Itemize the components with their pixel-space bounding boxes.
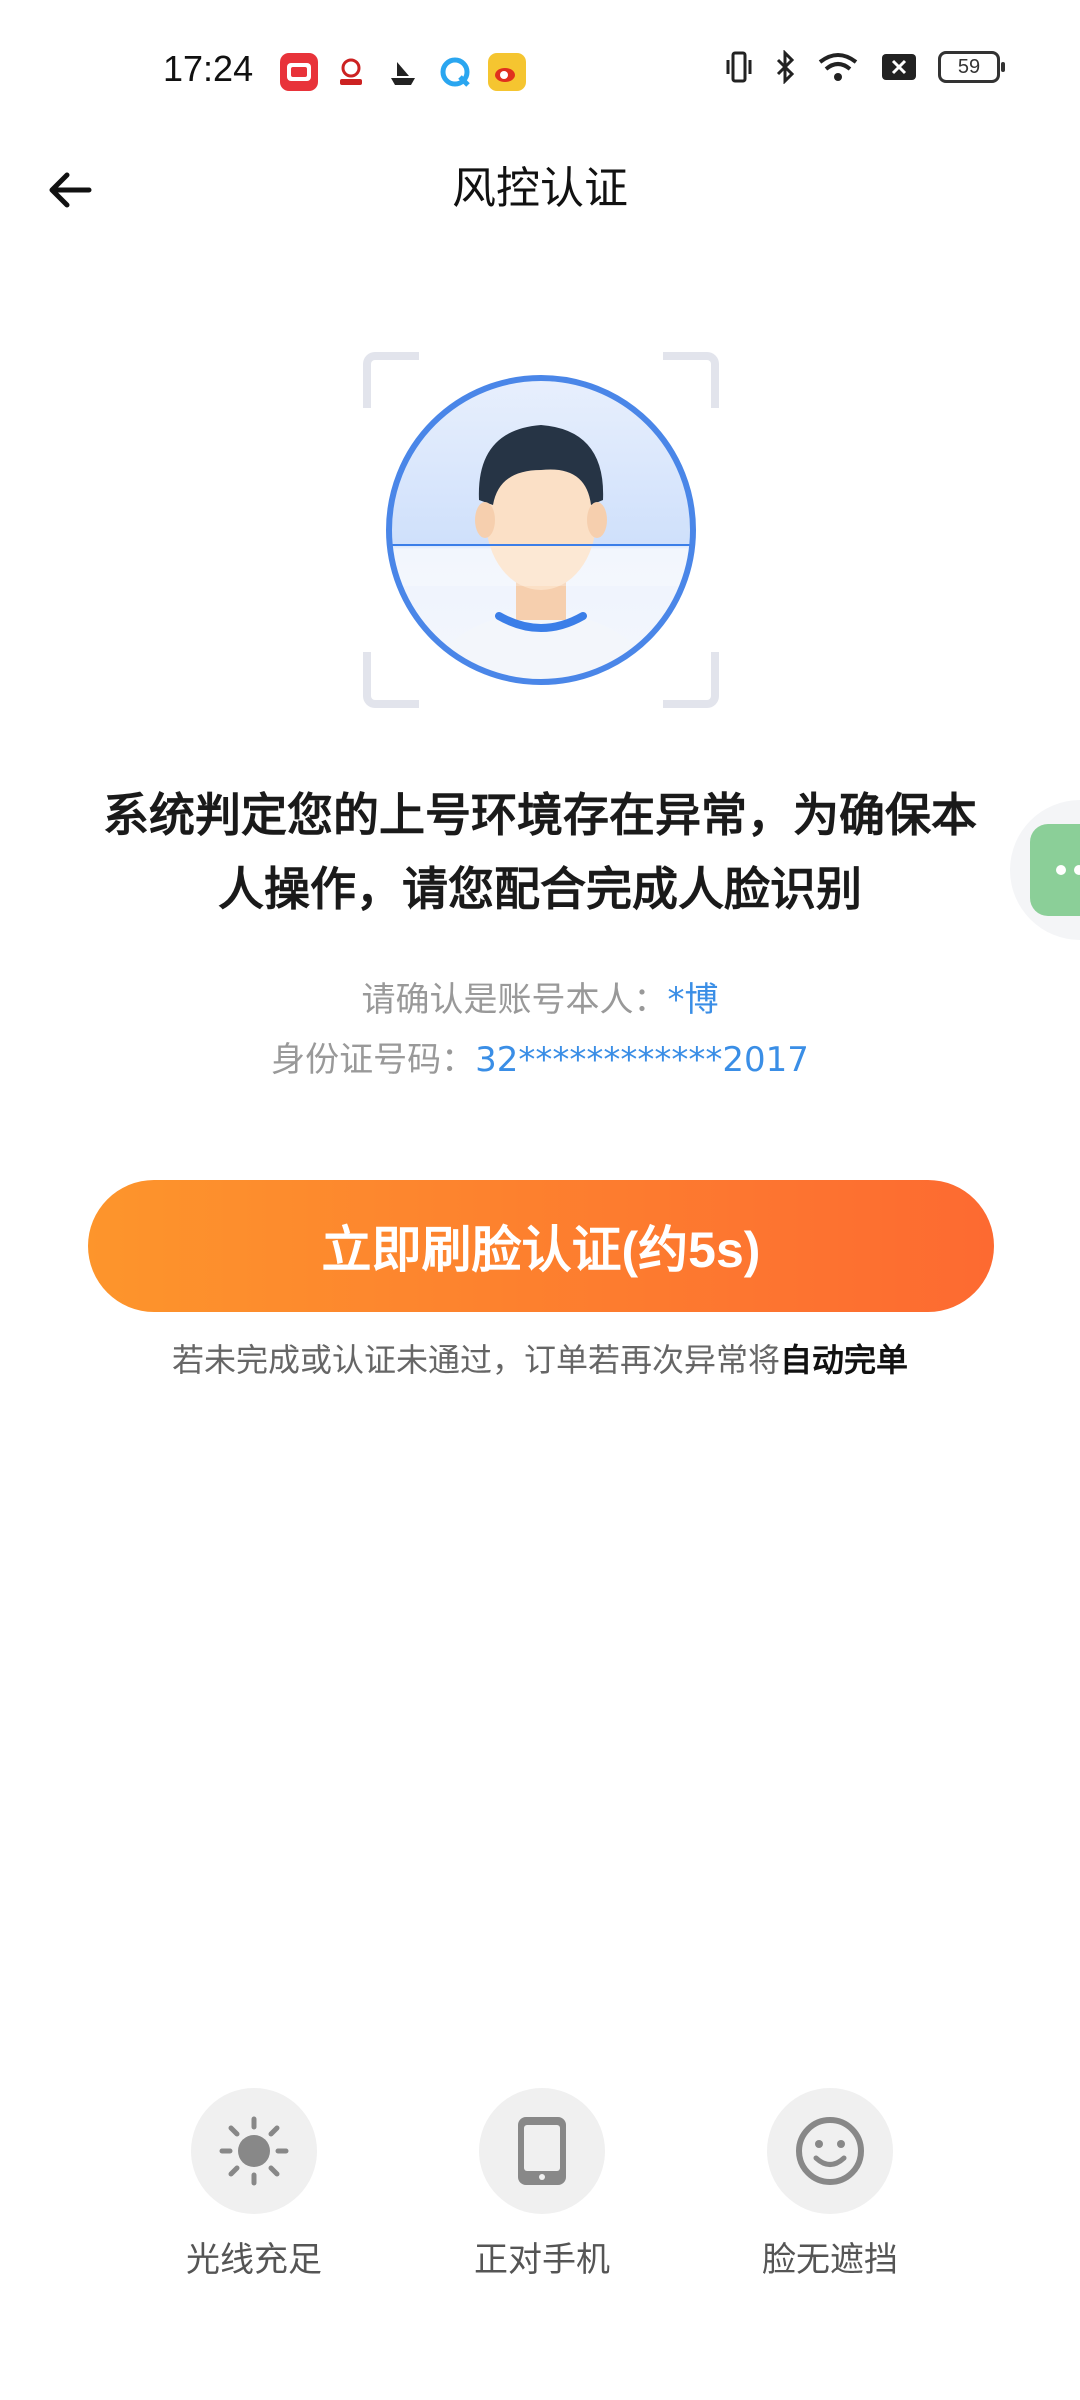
tips-row: 光线充足 正对手机 脸无遮挡 — [0, 2088, 1080, 2281]
sun-icon — [219, 2116, 289, 2186]
wifi-icon — [818, 53, 858, 81]
account-info: 请确认是账号本人：*博 — [0, 972, 1080, 1021]
account-label: 请确认是账号本人： — [361, 980, 668, 1020]
bluetooth-icon — [776, 50, 795, 84]
notice-strong: 自动完单 — [780, 1341, 909, 1379]
app-icon-weibo — [488, 53, 526, 91]
tip-face-phone: 正对手机 — [442, 2088, 642, 2281]
sim-blocked-icon — [882, 54, 916, 80]
system-icons: 59 — [724, 50, 1005, 84]
headline-line-1: 系统判定您的上号环境存在异常，为确保本 — [103, 788, 977, 842]
headline-line-2: 人操作，请您配合完成人脸识别 — [218, 862, 862, 916]
face-scan-icon — [386, 375, 696, 685]
tip-icon-circle — [191, 2088, 317, 2214]
status-bar: 17:24 59 — [0, 0, 1080, 140]
face-scan-area — [363, 352, 719, 708]
tip-label: 光线充足 — [186, 2240, 322, 2280]
id-label: 身份证号码： — [271, 1040, 476, 1080]
notice-text: 若未完成或认证未通过，订单若再次异常将自动完单 — [0, 1335, 1080, 1381]
app-icon-game — [332, 53, 370, 91]
chat-bubble-icon — [1030, 824, 1080, 916]
id-value: 32************2017 — [475, 1040, 809, 1080]
battery-icon: 59 — [938, 51, 1005, 83]
face-verify-button[interactable]: 立即刷脸认证(约5s) — [88, 1180, 994, 1312]
app-icon-browser — [436, 53, 474, 91]
tip-label: 脸无遮挡 — [762, 2240, 898, 2280]
vibrate-icon — [726, 51, 752, 83]
tip-icon-circle — [767, 2088, 893, 2214]
page-title: 风控认证 — [452, 163, 628, 214]
app-icon-red — [280, 53, 318, 91]
status-time: 17:24 — [163, 48, 254, 89]
headline: 系统判定您的上号环境存在异常，为确保本 人操作，请您配合完成人脸识别 — [70, 778, 1010, 926]
tip-lighting: 光线充足 — [154, 2088, 354, 2281]
account-value: *博 — [667, 980, 719, 1020]
tip-label: 正对手机 — [474, 2240, 610, 2280]
notification-icons — [280, 53, 526, 91]
phone-icon — [518, 2117, 566, 2185]
floating-chat-bubble[interactable] — [1010, 800, 1080, 940]
notice-message: 若未完成或认证未通过，订单若再次异常将 — [171, 1341, 780, 1379]
smile-face-icon — [796, 2117, 864, 2185]
nav-bar: 风控认证 — [0, 140, 1080, 240]
app-icon-ship — [384, 53, 422, 91]
tip-icon-circle — [479, 2088, 605, 2214]
id-info: 身份证号码：32************2017 — [0, 1032, 1080, 1081]
tip-no-cover: 脸无遮挡 — [730, 2088, 930, 2281]
